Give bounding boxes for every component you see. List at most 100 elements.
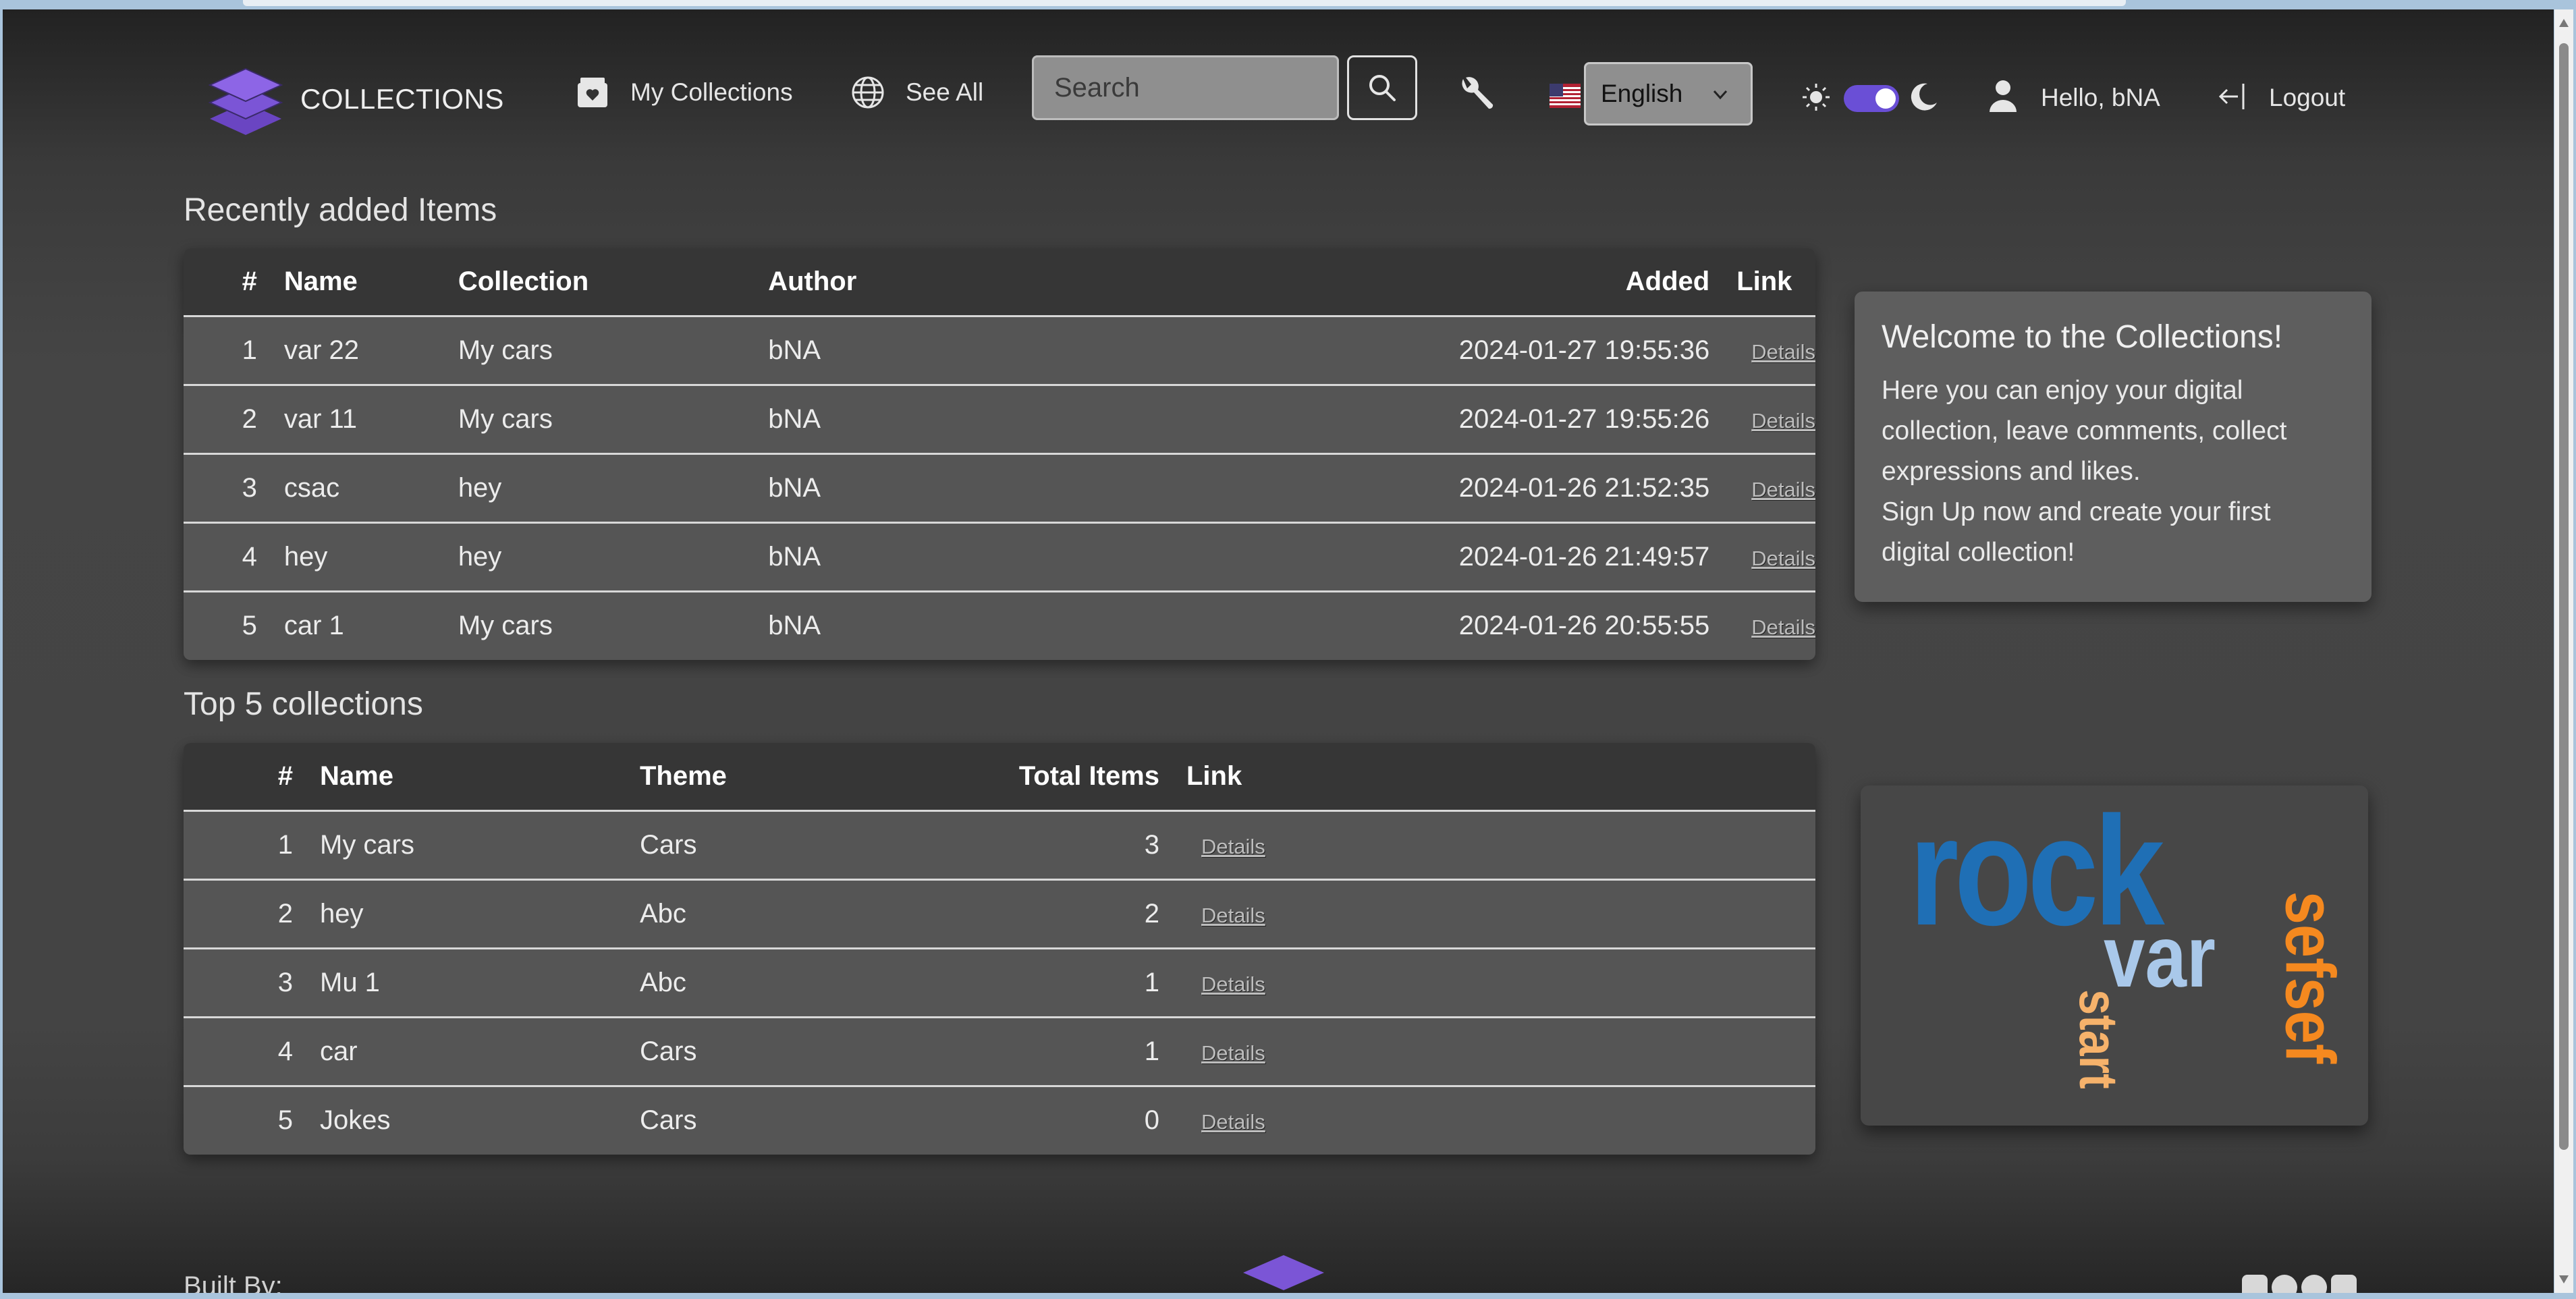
discord-icon[interactable] (2301, 1275, 2327, 1293)
row-num: 3 (277, 967, 293, 997)
footer-layers-logo-icon (1243, 1255, 1324, 1290)
search-button[interactable] (1347, 55, 1417, 120)
row-collection: My cars (458, 335, 553, 365)
moon-icon (1911, 83, 1937, 111)
col-header-name: Name (283, 266, 358, 296)
scrollbar-thumb[interactable] (2559, 43, 2569, 1150)
footer-built-by: Built By: (184, 1271, 283, 1293)
vertical-scrollbar[interactable] (2554, 9, 2573, 1293)
scroll-down-arrow-icon[interactable] (2559, 1275, 2569, 1283)
chevron-down-icon (1713, 90, 1728, 100)
col-header-total: Total Items (1018, 761, 1159, 791)
row-theme: Abc (640, 898, 686, 929)
details-link[interactable]: Details (1751, 409, 1815, 433)
theme-toggle-knob (1875, 88, 1896, 109)
row-author: bNA (768, 335, 821, 365)
tag-cloud: rock var start sefsef (1861, 784, 2368, 1126)
table-row: 1 My cars Cars 3 Details (184, 810, 1815, 879)
browser-top-strip (243, 0, 2126, 6)
github-icon[interactable] (2272, 1275, 2297, 1293)
row-collection: My cars (458, 611, 553, 641)
col-header-num: # (277, 761, 293, 791)
row-name: hey (283, 541, 328, 572)
row-author: bNA (768, 472, 821, 503)
table-row: 2 hey Abc 2 Details (184, 879, 1815, 948)
row-theme: Abc (640, 967, 686, 997)
nav-see-all[interactable]: See All (849, 74, 983, 111)
wrench-icon[interactable] (1454, 74, 1497, 117)
col-header-name: Name (320, 761, 393, 791)
table-row: 4 car Cars 1 Details (184, 1017, 1815, 1086)
footer-social-links (2242, 1275, 2357, 1293)
brand-link[interactable]: COLLECTIONS (202, 55, 504, 143)
row-author: bNA (768, 404, 821, 434)
row-added: 2024-01-27 19:55:36 (1458, 335, 1710, 365)
row-name: car 1 (283, 611, 344, 641)
row-name: Mu 1 (320, 967, 380, 997)
row-added: 2024-01-26 21:49:57 (1458, 541, 1710, 572)
table-row: 4 hey hey bNA 2024-01-26 21:49:57 Detail… (184, 522, 1815, 591)
row-author: bNA (768, 611, 821, 641)
col-header-link: Link (1186, 761, 1242, 791)
row-collection: hey (458, 472, 502, 503)
row-name: var 11 (283, 404, 358, 434)
row-total: 1 (1144, 967, 1159, 997)
row-name: My cars (320, 829, 414, 860)
row-total: 2 (1144, 898, 1159, 929)
language-selected: English (1601, 80, 1683, 107)
col-header-link: Link (1736, 266, 1792, 296)
search-input[interactable] (1032, 55, 1339, 120)
details-link[interactable]: Details (1201, 835, 1265, 858)
row-theme: Cars (640, 1105, 697, 1136)
language-select[interactable]: English (1584, 62, 1753, 126)
row-num: 3 (242, 472, 257, 503)
table-header-row: # Name Collection Author Added Link (184, 248, 1815, 316)
layers-logo-icon (208, 67, 283, 135)
row-num: 5 (277, 1105, 293, 1136)
user-greeting[interactable]: Hello, bNA (2041, 84, 2160, 112)
details-link[interactable]: Details (1751, 547, 1815, 570)
row-num: 5 (242, 611, 257, 641)
col-header-author: Author (768, 266, 857, 296)
social-icon[interactable] (2242, 1275, 2268, 1293)
welcome-signup-text: Sign Up now and create your first digita… (1882, 497, 2271, 567)
table-row: 3 csac hey bNA 2024-01-26 21:52:35 Detai… (184, 453, 1815, 522)
page-viewport: COLLECTIONS My Collections See All Searc… (3, 9, 2554, 1293)
scroll-up-arrow-icon[interactable] (2559, 19, 2569, 27)
table-row: 5 car 1 My cars bNA 2024-01-26 20:55:55 … (184, 591, 1815, 660)
nav-see-all-label: See All (906, 78, 984, 106)
box-heart-icon (578, 78, 607, 107)
details-link[interactable]: Details (1201, 1110, 1265, 1134)
tag-word[interactable]: sefsef (2270, 891, 2350, 1064)
theme-toggle[interactable] (1844, 85, 1899, 112)
table-row: 5 Jokes Cars 0 Details (184, 1086, 1815, 1155)
recent-items-title: Recently added Items (184, 192, 497, 228)
row-collection: hey (458, 541, 502, 572)
row-num: 1 (277, 829, 293, 860)
top-collections-table: # Name Theme Total Items Link 1 My cars … (184, 743, 1815, 1155)
row-added: 2024-01-26 21:52:35 (1458, 472, 1710, 503)
row-added: 2024-01-27 19:55:26 (1458, 404, 1710, 434)
welcome-card: Welcome to the Collections! Here you can… (1855, 292, 2372, 602)
linkedin-icon[interactable] (2331, 1275, 2357, 1293)
details-link[interactable]: Details (1201, 972, 1265, 996)
details-link[interactable]: Details (1201, 904, 1265, 927)
sun-icon (1803, 84, 1830, 111)
row-theme: Cars (640, 829, 697, 860)
tag-word[interactable]: start (2067, 988, 2129, 1091)
row-name: csac (283, 472, 340, 503)
col-header-num: # (242, 266, 257, 296)
search-icon (1369, 75, 1396, 101)
row-added: 2024-01-26 20:55:55 (1458, 611, 1710, 641)
row-total: 3 (1144, 829, 1159, 860)
details-link[interactable]: Details (1751, 615, 1815, 639)
details-link[interactable]: Details (1751, 340, 1815, 364)
details-link[interactable]: Details (1201, 1041, 1265, 1065)
welcome-title: Welcome to the Collections! (1882, 319, 2283, 355)
details-link[interactable]: Details (1751, 478, 1815, 501)
row-name: var 22 (283, 335, 359, 365)
table-row: 2 var 11 My cars bNA 2024-01-27 19:55:26… (184, 385, 1815, 453)
logout-link[interactable]: Logout (2269, 84, 2345, 112)
nav-my-collections[interactable]: My Collections (574, 74, 793, 111)
row-total: 1 (1144, 1036, 1159, 1066)
